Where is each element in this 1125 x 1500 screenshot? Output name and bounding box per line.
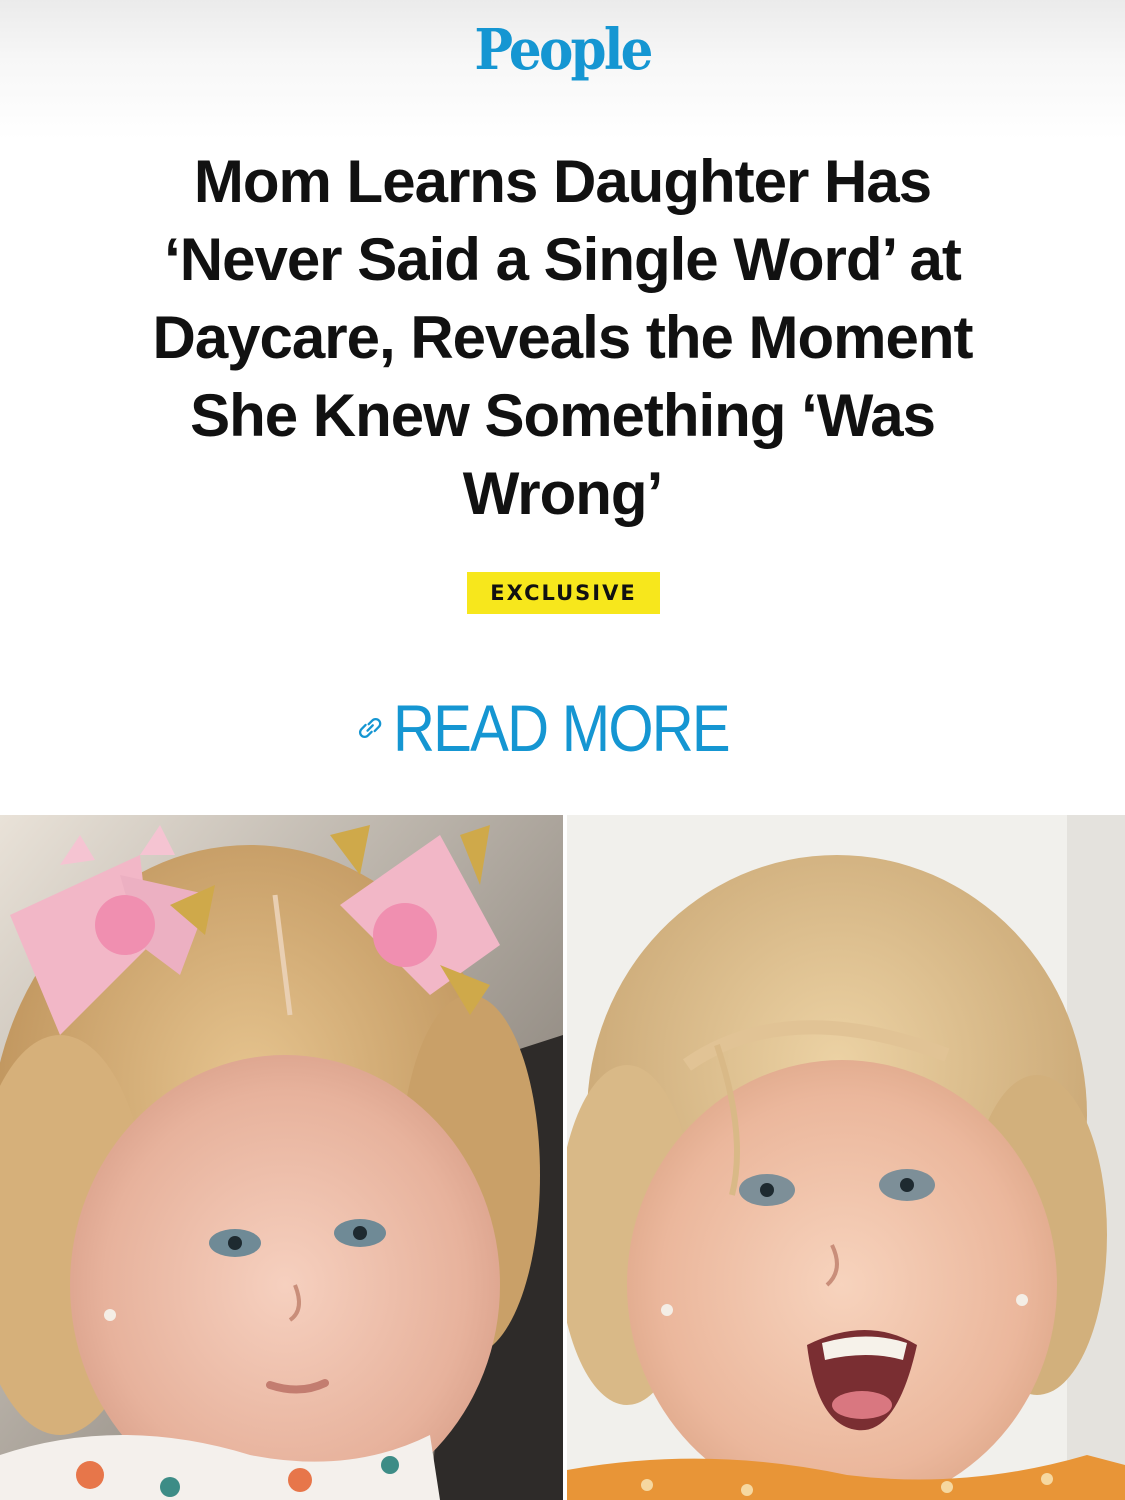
photo-left — [0, 815, 563, 1500]
photo-right — [567, 815, 1125, 1500]
article-headline[interactable]: Mom Learns Daughter Has ‘Never Said a Si… — [120, 143, 1005, 533]
read-more-label: READ MORE — [393, 690, 731, 765]
link-icon — [358, 717, 382, 738]
people-logo[interactable]: People — [45, 10, 1080, 90]
exclusive-badge: EXCLUSIVE — [467, 572, 660, 614]
read-more-link[interactable]: READ MORE — [355, 680, 775, 775]
page-header: People Mom Learns Daughter Has ‘Never Sa… — [0, 0, 1125, 815]
